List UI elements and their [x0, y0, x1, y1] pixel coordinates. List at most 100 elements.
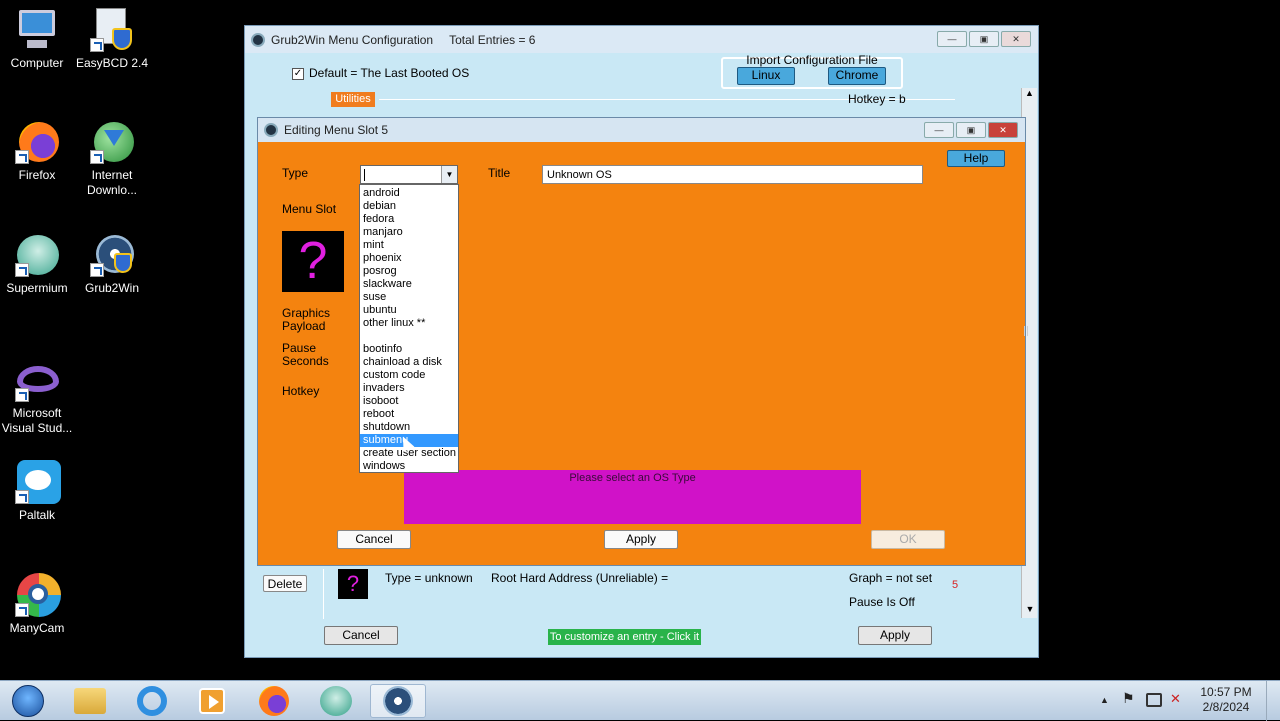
utilities-tag[interactable]: Utilities [331, 92, 375, 107]
taskbar-file-explorer[interactable] [62, 684, 118, 718]
dialog-close-button[interactable]: ✕ [988, 122, 1018, 138]
type-label: Type [282, 166, 309, 180]
supermium-icon [320, 686, 352, 716]
network-icon[interactable] [1146, 693, 1162, 707]
media-player-icon [199, 688, 225, 714]
desktop-icon-supermium[interactable]: Supermium [0, 233, 77, 296]
desktop-icon-paltalk[interactable]: Paltalk [0, 460, 77, 523]
entry-os-icon[interactable]: ? [338, 569, 368, 599]
os-type-message: Please select an OS Type [404, 470, 861, 524]
desktop-icon-grub2win[interactable]: Grub2Win [72, 233, 152, 296]
supermium-icon [15, 233, 59, 277]
paltalk-icon [15, 460, 61, 504]
dropdown-option[interactable]: mint [360, 239, 458, 252]
main-cancel-button[interactable]: Cancel [324, 626, 398, 645]
dialog-ok-button[interactable]: OK [871, 530, 945, 549]
dialog-cancel-button[interactable]: Cancel [337, 530, 411, 549]
desktop-icon-firefox[interactable]: Firefox [0, 120, 77, 183]
title-label: Title [488, 166, 511, 180]
taskbar-firefox[interactable] [246, 684, 302, 718]
maximize-button[interactable]: ▣ [969, 31, 999, 47]
dropdown-option[interactable]: isoboot [360, 395, 458, 408]
pause-label-line2: Seconds [282, 354, 329, 368]
dropdown-option[interactable]: invaders [360, 382, 458, 395]
easybcd-icon [90, 8, 134, 52]
entry-root: Root Hard Address (Unreliable) = [491, 571, 669, 585]
taskbar-media-player[interactable] [184, 684, 240, 718]
visual-studio-icon [15, 358, 59, 402]
clock-time: 10:57 PM [1200, 685, 1252, 699]
chevron-down-icon[interactable]: ▼ [441, 166, 457, 183]
taskbar-internet-explorer[interactable] [124, 684, 180, 718]
dropdown-option[interactable]: suse [360, 291, 458, 304]
dropdown-option[interactable]: fedora [360, 213, 458, 226]
entry-type: Type = unknown [385, 571, 473, 585]
dropdown-option[interactable]: reboot [360, 408, 458, 421]
delete-button[interactable]: Delete [263, 575, 307, 592]
main-titlebar: Grub2Win Menu Configuration Total Entrie… [245, 26, 1038, 53]
dropdown-option[interactable]: phoenix [360, 252, 458, 265]
dialog-apply-button[interactable]: Apply [604, 530, 678, 549]
scroll-up-icon[interactable]: ▲ [1022, 88, 1037, 98]
action-center-flag-icon[interactable]: ⚑ [1122, 691, 1135, 706]
dropdown-option[interactable]: custom code [360, 369, 458, 382]
taskbar-supermium[interactable] [308, 684, 364, 718]
desktop-icon-easybcd[interactable]: EasyBCD 2.4 [72, 8, 152, 71]
grub2win-logo-icon [264, 123, 278, 137]
taskbar-grub2win[interactable] [370, 684, 426, 718]
volume-muted-icon[interactable]: ✕ [1170, 691, 1181, 706]
dropdown-option[interactable]: manjaro [360, 226, 458, 239]
minimize-button[interactable]: — [937, 31, 967, 47]
graphics-label-line2: Payload [282, 319, 326, 333]
clock[interactable]: 10:57 PM 2/8/2024 [1196, 685, 1256, 715]
close-button[interactable]: ✕ [1001, 31, 1031, 47]
title-input[interactable] [542, 165, 923, 184]
dialog-maximize-button[interactable]: ▣ [956, 122, 986, 138]
dropdown-option[interactable]: bootinfo [360, 343, 458, 356]
desktop-icon-computer[interactable]: Computer [0, 8, 77, 71]
taskbar: ▲ ⚑ ✕ 10:57 PM 2/8/2024 [0, 680, 1280, 721]
entry-slot-number: 5 [952, 579, 959, 591]
import-config-group: Import Configuration File Linux Chrome [721, 53, 903, 89]
desktop-icon-visual-studio[interactable]: Microsoft Visual Stud... [0, 358, 77, 436]
firefox-icon [15, 120, 59, 164]
pause-seconds-label: Pause Seconds [282, 342, 329, 368]
desktop-icon-internet-download[interactable]: Internet Downlo... [72, 120, 152, 198]
internet-explorer-icon [137, 686, 167, 716]
dropdown-option[interactable]: ubuntu [360, 304, 458, 317]
show-desktop-button[interactable] [1266, 681, 1280, 721]
entry-pause: Pause Is Off [849, 595, 915, 609]
file-explorer-icon [74, 688, 106, 714]
grub2win-icon [383, 686, 413, 716]
help-button[interactable]: Help [947, 150, 1005, 167]
dropdown-option[interactable]: other linux ** [360, 317, 458, 330]
import-chrome-button[interactable]: Chrome [828, 67, 886, 85]
dialog-minimize-button[interactable]: — [924, 122, 954, 138]
clock-date: 2/8/2024 [1202, 700, 1250, 714]
default-option[interactable]: ✓ Default = The Last Booted OS [292, 66, 469, 80]
show-hidden-icons-icon[interactable]: ▲ [1100, 693, 1109, 708]
utilities-hotkey: Hotkey = b [848, 92, 906, 106]
dropdown-option[interactable]: shutdown [360, 421, 458, 434]
main-apply-button[interactable]: Apply [858, 626, 932, 645]
dropdown-option[interactable]: windows [360, 460, 458, 473]
entry-graph: Graph = not set [849, 571, 933, 585]
dialog-titlebar: Editing Menu Slot 5 [258, 118, 1025, 142]
dropdown-option[interactable]: debian [360, 200, 458, 213]
scroll-down-icon[interactable]: ▼ [1022, 604, 1038, 614]
internet-download-icon [90, 120, 134, 164]
dropdown-option[interactable]: posrog [360, 265, 458, 278]
main-window-title: Grub2Win Menu Configuration [271, 32, 434, 47]
os-type-dropdown-list[interactable]: android debian fedora manjaro mint phoenix pos… [359, 184, 459, 473]
os-question-icon[interactable]: ? [282, 231, 344, 292]
dropdown-option[interactable]: slackware [360, 278, 458, 291]
dialog-title: Editing Menu Slot 5 [284, 123, 389, 137]
default-checkbox[interactable]: ✓ [292, 67, 304, 80]
dropdown-option[interactable]: chainload a disk [360, 356, 458, 369]
start-button[interactable] [0, 684, 56, 718]
import-linux-button[interactable]: Linux [737, 67, 795, 85]
type-select[interactable]: ▼ [360, 165, 458, 184]
dropdown-option[interactable]: android [360, 187, 458, 200]
total-entries: Total Entries = 6 [449, 32, 536, 47]
desktop-icon-manycam[interactable]: ManyCam [0, 573, 77, 636]
